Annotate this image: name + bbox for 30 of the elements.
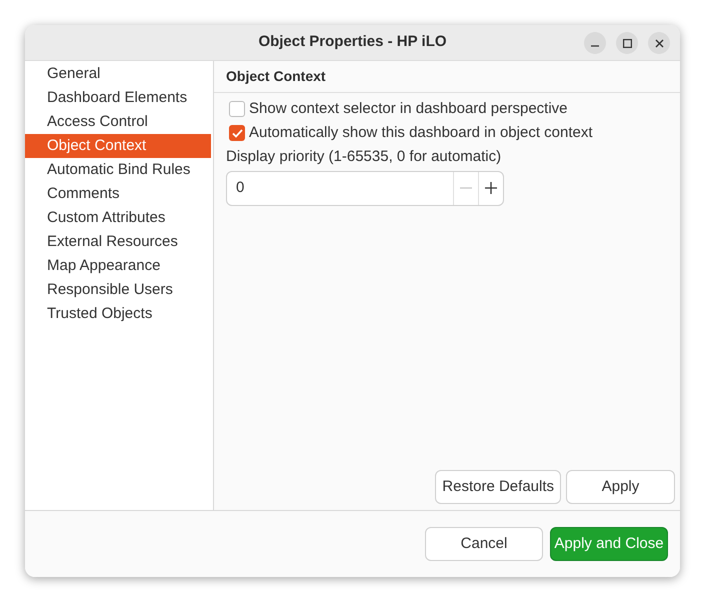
sidebar-item[interactable]: Responsible Users (25, 278, 211, 302)
priority-value: 0 (235, 178, 246, 198)
close-button[interactable] (648, 32, 670, 54)
sidebar-item[interactable]: Dashboard Elements (25, 86, 211, 110)
checkmark-icon (232, 128, 242, 138)
sidebar-item[interactable]: General (25, 62, 211, 86)
field-label: Display priority (1-65535, 0 for automatic) (225, 147, 502, 167)
apply-button[interactable]: Apply (566, 470, 675, 504)
checkbox[interactable] (229, 125, 245, 141)
sidebar-item[interactable]: Object Context (25, 134, 211, 158)
page-title: Object Context (226, 67, 326, 86)
close-icon (654, 38, 664, 48)
priority-spinner[interactable]: 0 (226, 170, 504, 206)
sidebar-item[interactable]: Comments (25, 182, 211, 206)
restore-defaults-button[interactable]: Restore Defaults (435, 470, 561, 504)
sidebar-item[interactable]: Access Control (25, 110, 211, 134)
plus-icon (485, 182, 497, 194)
sidebar-item[interactable]: External Resources (25, 230, 211, 254)
sidebar-item[interactable]: Trusted Objects (25, 302, 211, 326)
sidebar-item[interactable]: Automatic Bind Rules (25, 158, 211, 182)
checkbox-label: Automatically show this dashboard in object context (249, 122, 593, 143)
cancel-button[interactable]: Cancel (425, 527, 543, 561)
checkbox-label: Show context selector in dashboard perspective (249, 98, 568, 119)
checkbox[interactable] (229, 101, 245, 117)
window-title: Object Properties - HP iLO (258, 32, 447, 52)
sidebar-item[interactable]: Custom Attributes (25, 206, 211, 230)
sidebar-item[interactable]: Map Appearance (25, 254, 211, 278)
maximize-button[interactable] (616, 32, 638, 54)
maximize-icon (622, 38, 632, 48)
minus-icon (460, 187, 472, 189)
